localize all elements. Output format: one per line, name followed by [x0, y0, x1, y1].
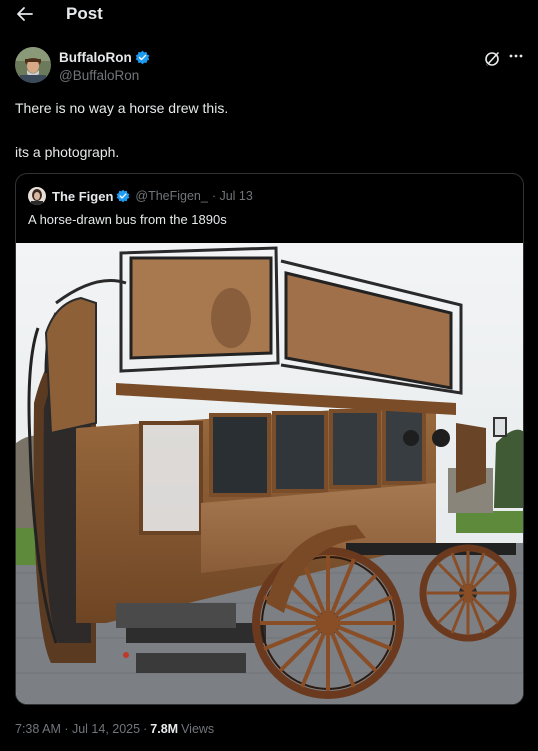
arrow-left-icon — [17, 7, 33, 21]
author-name-group[interactable]: BuffaloRon — [59, 50, 150, 65]
grok-button[interactable] — [483, 50, 501, 68]
avatar[interactable] — [15, 47, 51, 83]
quoted-post-card[interactable]: The Figen @TheFigen_ · Jul 13 A horse-dr… — [15, 173, 524, 705]
author-handle[interactable]: @BuffaloRon — [59, 68, 139, 83]
author-name[interactable]: BuffaloRon — [59, 50, 132, 65]
grok-icon — [485, 52, 499, 67]
post-author-row: BuffaloRon @BuffaloRon — [15, 47, 525, 87]
bus-photo[interactable] — [16, 243, 524, 705]
post-text-line-1: There is no way a horse drew this. — [15, 100, 229, 116]
views-count: 7.8M — [150, 722, 179, 736]
quoted-avatar[interactable] — [28, 187, 46, 205]
verified-badge-icon — [135, 50, 150, 65]
rear-wheel — [252, 547, 404, 699]
views-label: Views — [181, 722, 215, 736]
top-bar: Post — [0, 0, 538, 30]
quoted-author-handle[interactable]: @TheFigen_ — [135, 189, 207, 203]
front-wheel — [419, 544, 517, 642]
quoted-post-date[interactable]: · Jul 13 — [212, 189, 253, 203]
post-timestamp[interactable]: 7:38 AM · Jul 14, 2025 — [15, 722, 140, 736]
more-dots-icon — [509, 54, 523, 58]
meta-separator: · — [143, 722, 148, 736]
quoted-post-header: The Figen @TheFigen_ · Jul 13 — [28, 186, 253, 206]
back-button[interactable] — [14, 4, 36, 24]
page-title: Post — [66, 4, 103, 23]
verified-badge-icon — [117, 189, 130, 203]
quoted-author-name[interactable]: The Figen — [52, 189, 113, 204]
post-text-line-2: its a photograph. — [15, 144, 120, 160]
quoted-post-text: A horse-drawn bus from the 1890s — [28, 212, 227, 227]
post-meta-footer: 7:38 AM · Jul 14, 2025 · 7.8M Views — [15, 722, 214, 736]
more-options-button[interactable] — [507, 47, 525, 65]
